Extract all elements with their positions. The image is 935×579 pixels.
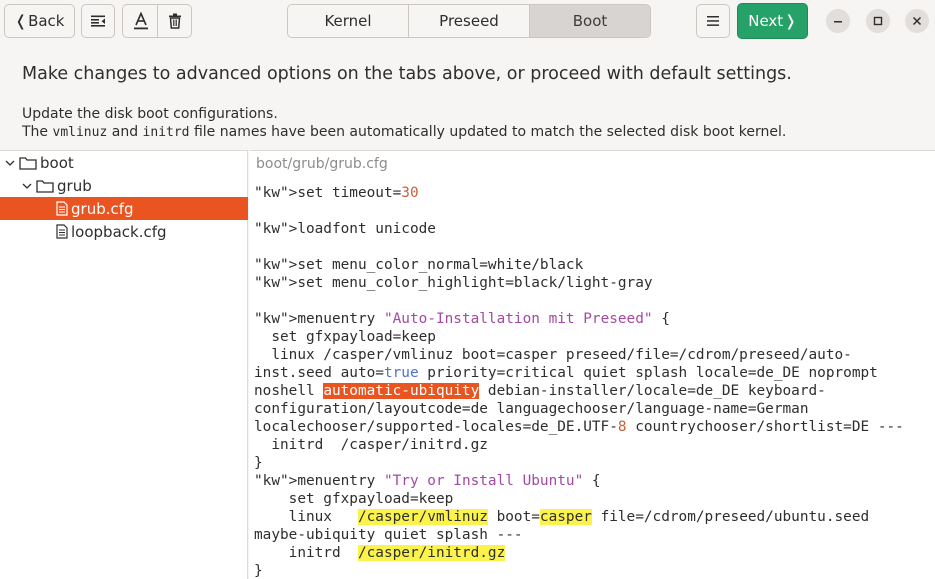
font-button[interactable] (122, 4, 158, 38)
file-icon (56, 224, 68, 239)
tab-kernel[interactable]: Kernel (288, 5, 409, 37)
tree-item-grub[interactable]: grub (0, 174, 248, 197)
tab-boot[interactable]: Boot (530, 5, 650, 37)
initrd-code: initrd (142, 125, 190, 140)
close-button[interactable] (905, 9, 929, 33)
code-editor[interactable]: boot/grub/grub.cfg "kw">set timeout=30 "… (249, 150, 935, 579)
tree-item-label: grub (57, 176, 92, 195)
tab-bar: Kernel Preseed Boot (287, 4, 651, 38)
folder-icon (19, 156, 37, 170)
tree-item-loopback-cfg[interactable]: loopback.cfg (0, 220, 248, 243)
menu-icon (707, 16, 719, 26)
main-menu-button[interactable] (696, 4, 730, 38)
font-icon (133, 12, 148, 30)
code-text[interactable]: "kw">set timeout=30 "kw">loadfont unicod… (254, 184, 904, 579)
info-description: Update the disk boot configurations. The… (22, 105, 786, 142)
next-button[interactable]: Next ❭ (737, 3, 808, 39)
next-button-label: Next (748, 12, 784, 30)
tree-item-label: grub.cfg (71, 199, 134, 218)
sidebar-toggle-icon (91, 15, 105, 27)
file-tree: boot grub grub.cfg loopback.cfg (0, 150, 248, 579)
info-line-2: The vmlinuz and initrd file names have b… (22, 124, 787, 140)
minimize-button[interactable] (826, 9, 850, 33)
sidebar-toggle-button[interactable] (81, 4, 115, 38)
minimize-icon (834, 21, 842, 23)
expander-down-icon[interactable] (21, 180, 33, 192)
back-button-label: Back (28, 12, 65, 30)
tree-item-grub-cfg[interactable]: grub.cfg (0, 197, 248, 220)
maximize-icon (873, 16, 883, 26)
maximize-button[interactable] (866, 9, 890, 33)
page-headline: Make changes to advanced options on the … (22, 64, 792, 84)
tree-item-label: loopback.cfg (71, 222, 167, 241)
folder-icon (36, 179, 54, 193)
trash-icon (168, 13, 181, 29)
info-line-1: Update the disk boot configurations. (22, 106, 278, 122)
chevron-right-icon: ❭ (784, 12, 797, 30)
delete-button[interactable] (157, 4, 192, 38)
expander-down-icon[interactable] (4, 157, 16, 169)
chevron-left-icon: ❬ (14, 12, 28, 30)
tab-preseed[interactable]: Preseed (409, 5, 530, 37)
close-icon (912, 16, 922, 26)
tree-item-label: boot (40, 153, 74, 172)
tree-item-boot[interactable]: boot (0, 151, 248, 174)
vmlinuz-code: vmlinuz (52, 125, 108, 140)
file-path: boot/grub/grub.cfg (256, 156, 388, 172)
file-icon (56, 201, 68, 216)
back-button[interactable]: ❬ Back (4, 4, 75, 38)
